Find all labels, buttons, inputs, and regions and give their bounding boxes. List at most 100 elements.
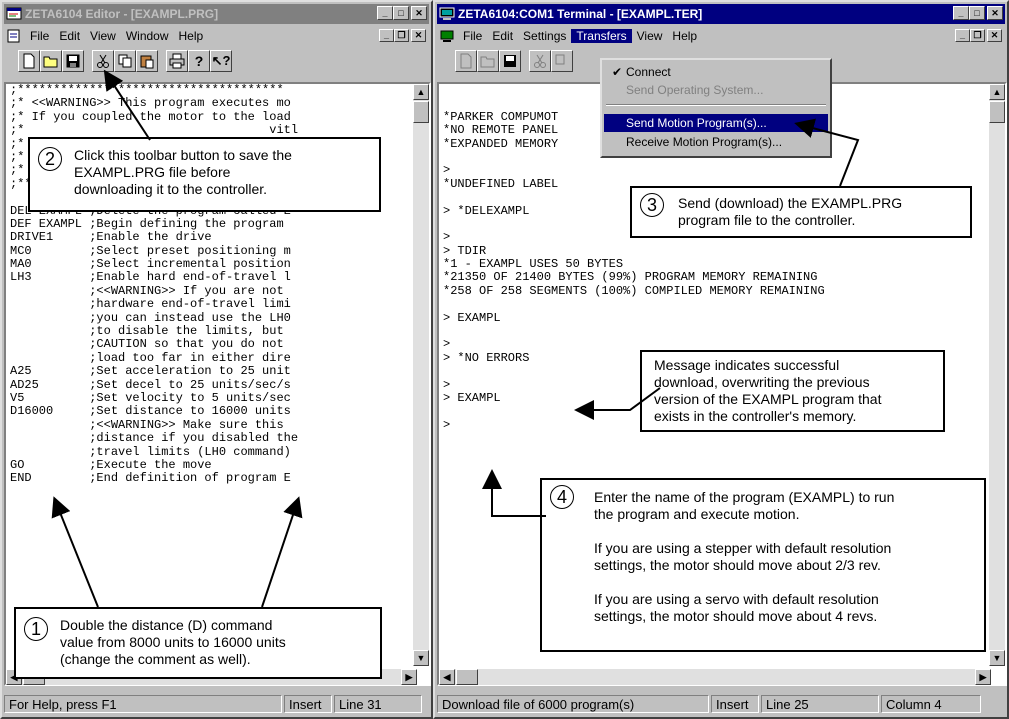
- doc-minimize-button[interactable]: _: [379, 29, 394, 42]
- scroll-right-button[interactable]: ▶: [975, 669, 991, 685]
- callout-1: 1 Double the distance (D) command value …: [14, 607, 382, 679]
- menu-file[interactable]: File: [25, 29, 54, 43]
- close-button[interactable]: ✕: [411, 6, 427, 20]
- editor-app-icon[interactable]: [6, 6, 22, 22]
- context-help-icon: ↖?: [211, 53, 231, 68]
- terminal-toolbar: [455, 50, 573, 72]
- editor-vertical-scrollbar[interactable]: ▲ ▼: [413, 84, 429, 666]
- doc-close-button[interactable]: ✕: [987, 29, 1002, 42]
- paste-button[interactable]: [136, 50, 158, 72]
- callout-2: 2 Click this toolbar button to save the …: [28, 137, 381, 212]
- open-file-button[interactable]: [477, 50, 499, 72]
- menu-item-receive-motion-program[interactable]: Receive Motion Program(s)...: [604, 133, 828, 151]
- callout-text: Enter the name of the program (EXAMPL) t…: [594, 489, 895, 624]
- minimize-button[interactable]: _: [953, 6, 969, 20]
- cut-button[interactable]: [529, 50, 551, 72]
- scroll-thumb[interactable]: [989, 101, 1005, 123]
- scroll-down-button[interactable]: ▼: [413, 650, 429, 666]
- right-arrow-icon: ▶: [979, 671, 987, 682]
- menu-item-send-motion-program[interactable]: Send Motion Program(s)...: [604, 114, 828, 132]
- callout-4: 4 Enter the name of the program (EXAMPL)…: [540, 478, 986, 652]
- close-button[interactable]: ✕: [987, 6, 1003, 20]
- up-arrow-icon: ▲: [992, 86, 1002, 97]
- hscroll-thumb[interactable]: [456, 669, 478, 685]
- transfers-menu: ✔ Connect Send Operating System... Send …: [600, 58, 832, 158]
- new-file-button[interactable]: [18, 50, 40, 72]
- code-line: *21350 OF 21400 BYTES (99%) PROGRAM MEMO…: [443, 270, 818, 285]
- open-folder-icon: [43, 56, 58, 68]
- doc-restore-button[interactable]: ❐: [394, 29, 409, 42]
- menu-edit[interactable]: Edit: [487, 29, 518, 43]
- menu-edit[interactable]: Edit: [54, 29, 85, 43]
- scroll-up-button[interactable]: ▲: [989, 84, 1005, 100]
- minimize-icon: _: [383, 30, 389, 40]
- callout-message: Message indicates successful download, o…: [640, 350, 945, 432]
- document-icon[interactable]: [6, 28, 22, 44]
- code-line: END ;End definition of program E: [10, 471, 291, 486]
- terminal-titlebar[interactable]: ZETA6104:COM1 Terminal - [EXAMPL.TER] _ …: [437, 4, 1005, 24]
- save-button[interactable]: [499, 50, 521, 72]
- menu-transfers[interactable]: Transfers: [571, 29, 632, 43]
- paste-icon: [140, 55, 154, 69]
- terminal-doc-icon[interactable]: [439, 28, 455, 44]
- menu-help[interactable]: Help: [174, 29, 209, 43]
- menu-settings[interactable]: Settings: [518, 29, 571, 43]
- menu-window[interactable]: Window: [121, 29, 174, 43]
- doc-minimize-button[interactable]: _: [955, 29, 970, 42]
- code-line: >: [443, 163, 451, 178]
- cut-icon: [97, 54, 109, 68]
- callout-text: Click this toolbar button to save the EX…: [74, 147, 292, 197]
- save-icon: [66, 54, 80, 68]
- callout-number: 4: [550, 485, 574, 509]
- menu-view[interactable]: View: [85, 29, 121, 43]
- terminal-vertical-scrollbar[interactable]: ▲ ▼: [989, 84, 1005, 666]
- copy-button[interactable]: [114, 50, 136, 72]
- status-help-text: For Help, press F1: [4, 695, 282, 713]
- scroll-thumb[interactable]: [413, 101, 429, 123]
- menu-file[interactable]: File: [458, 29, 487, 43]
- terminal-app-icon[interactable]: [439, 6, 455, 22]
- menu-item-send-os[interactable]: Send Operating System...: [604, 81, 828, 99]
- restore-icon: ❐: [397, 30, 406, 40]
- callout-3: 3 Send (download) the EXAMPL.PRG program…: [630, 186, 972, 238]
- save-button[interactable]: [62, 50, 84, 72]
- left-arrow-icon: ◀: [443, 671, 451, 682]
- minimize-icon: _: [958, 7, 964, 18]
- code-line: ;hardware end-of-travel limi: [10, 297, 291, 312]
- terminal-horizontal-scrollbar[interactable]: ◀ ▶: [439, 669, 991, 685]
- context-help-button[interactable]: ↖?: [210, 50, 232, 72]
- menu-item-label: Receive Motion Program(s)...: [626, 135, 783, 149]
- minimize-button[interactable]: _: [377, 6, 393, 20]
- copy-button[interactable]: [551, 50, 573, 72]
- menu-item-connect[interactable]: ✔ Connect: [604, 63, 828, 81]
- status-insert-mode: Insert: [284, 695, 332, 713]
- new-file-icon: [460, 53, 472, 69]
- scroll-left-button[interactable]: ◀: [439, 669, 455, 685]
- code-line: LH3 ;Enable hard end-of-travel l: [10, 270, 291, 285]
- menu-view[interactable]: View: [632, 29, 668, 43]
- code-line: > TDIR: [443, 243, 487, 258]
- editor-title: ZETA6104 Editor - [EXAMPL.PRG]: [25, 7, 219, 21]
- open-file-button[interactable]: [40, 50, 62, 72]
- doc-restore-button[interactable]: ❐: [970, 29, 985, 42]
- doc-close-button[interactable]: ✕: [411, 29, 426, 42]
- scroll-down-button[interactable]: ▼: [989, 650, 1005, 666]
- status-line: Line 25: [761, 695, 879, 713]
- code-line: ;load too far in either dire: [10, 350, 291, 365]
- menu-help[interactable]: Help: [667, 29, 702, 43]
- code-line: > EXAMPL: [443, 310, 501, 325]
- close-icon: ✕: [991, 7, 999, 18]
- code-line: ;* vitl: [10, 123, 299, 138]
- scroll-up-button[interactable]: ▲: [413, 84, 429, 100]
- cut-button[interactable]: [92, 50, 114, 72]
- editor-titlebar[interactable]: ZETA6104 Editor - [EXAMPL.PRG] _ □ ✕: [4, 4, 429, 24]
- maximize-button[interactable]: □: [393, 6, 409, 20]
- print-button[interactable]: [166, 50, 188, 72]
- copy-icon: [118, 54, 132, 68]
- help-button[interactable]: ?: [188, 50, 210, 72]
- maximize-button[interactable]: □: [969, 6, 985, 20]
- scroll-right-button[interactable]: ▶: [401, 669, 417, 685]
- new-file-button[interactable]: [455, 50, 477, 72]
